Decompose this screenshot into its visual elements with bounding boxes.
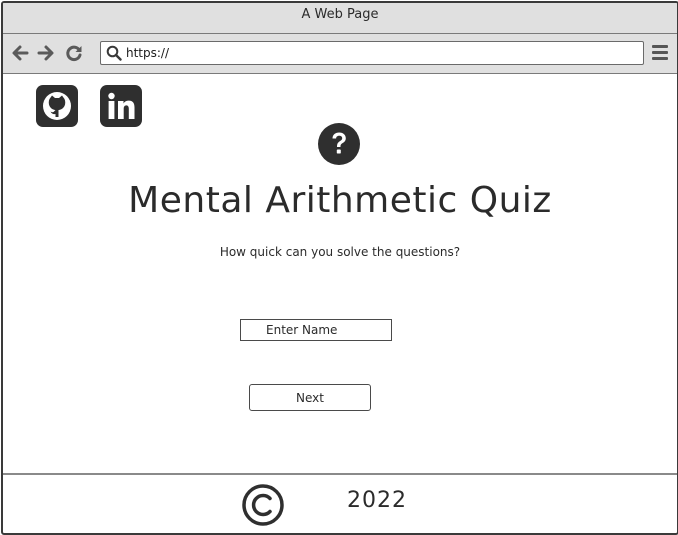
linkedin-link[interactable] bbox=[100, 85, 142, 127]
linkedin-icon bbox=[108, 92, 135, 119]
reload-icon bbox=[66, 45, 82, 62]
forward-button[interactable] bbox=[36, 43, 56, 63]
search-icon bbox=[106, 45, 122, 61]
arrow-left-icon bbox=[12, 45, 29, 61]
address-bar[interactable]: https:// bbox=[100, 41, 644, 65]
arrow-right-icon bbox=[37, 45, 54, 61]
footer-divider bbox=[3, 473, 677, 475]
url-text: https:// bbox=[126, 46, 170, 60]
next-button[interactable]: Next bbox=[249, 384, 371, 411]
page-title: Mental Arithmetic Quiz bbox=[128, 180, 552, 221]
page-subtitle: How quick can you solve the questions? bbox=[219, 245, 461, 259]
back-button[interactable] bbox=[10, 43, 30, 63]
name-input[interactable] bbox=[240, 319, 392, 341]
window-title: A Web Page bbox=[301, 7, 379, 22]
title-bar: A Web Page bbox=[3, 3, 677, 34]
github-link[interactable] bbox=[36, 85, 78, 127]
browser-window: A Web Page https:// Mental Arithmetic Qu… bbox=[1, 1, 678, 535]
question-mark-icon bbox=[318, 123, 360, 165]
copyright-icon bbox=[242, 484, 284, 526]
github-icon bbox=[43, 92, 71, 120]
footer-year: 2022 bbox=[347, 488, 407, 513]
browser-toolbar: https:// bbox=[3, 34, 677, 74]
reload-button[interactable] bbox=[64, 43, 84, 63]
hamburger-menu-icon[interactable] bbox=[652, 45, 668, 62]
